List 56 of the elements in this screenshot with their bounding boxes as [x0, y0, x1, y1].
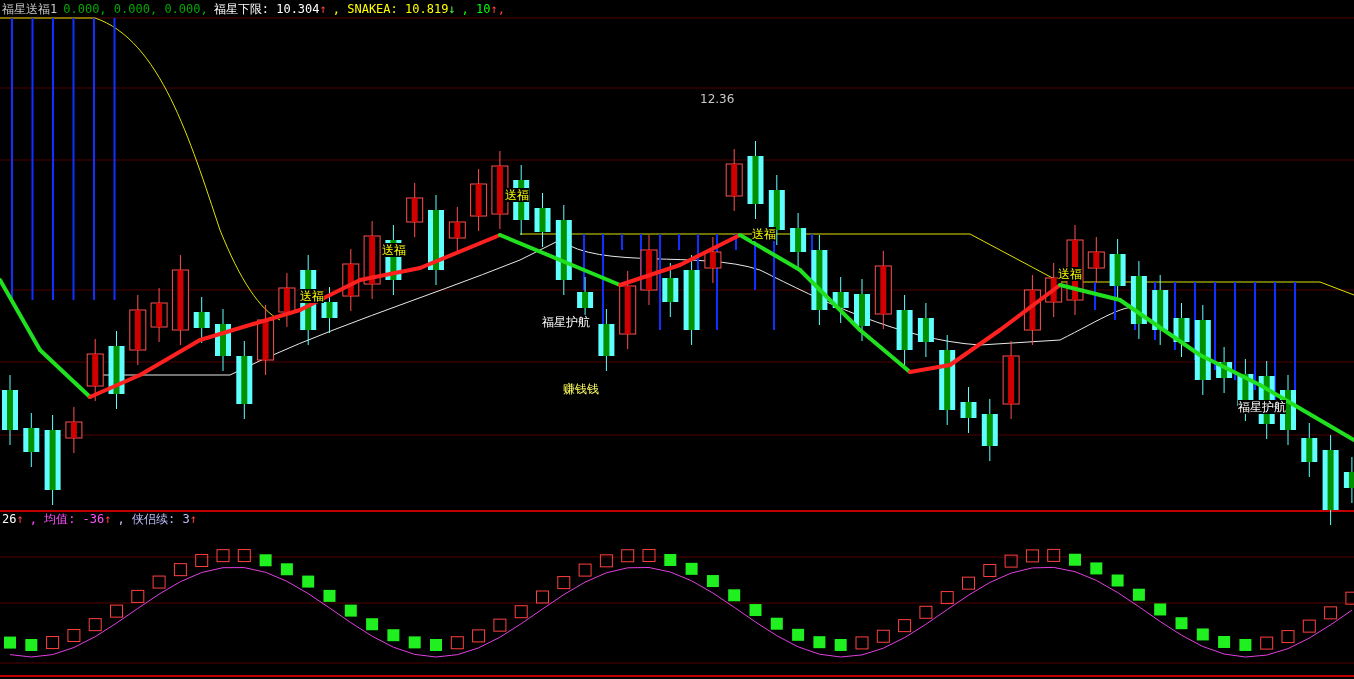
candlestick	[1152, 274, 1169, 346]
candlestick	[342, 248, 360, 312]
signal-label: 赚钱钱	[563, 382, 599, 396]
candlestick	[65, 406, 83, 454]
candlestick	[832, 276, 849, 324]
candlestick	[150, 287, 168, 343]
legend-text: 26	[2, 512, 17, 526]
legend-text: , 10	[461, 2, 491, 16]
candlestick	[1173, 302, 1190, 358]
legend-text: 福星下限: 10.304	[213, 2, 320, 16]
candlestick	[854, 278, 870, 342]
candlestick	[917, 302, 934, 358]
candlestick	[725, 148, 743, 212]
candlestick	[257, 304, 275, 376]
trend-arrow: ↑,	[490, 2, 505, 16]
candlestick	[790, 212, 807, 268]
candlestick	[598, 308, 615, 372]
candlestick	[960, 386, 977, 434]
candlestick	[23, 412, 40, 468]
candlestick	[406, 182, 424, 238]
candlestick	[278, 272, 296, 328]
candlestick	[1343, 456, 1354, 504]
signal-label: 送福	[382, 243, 406, 257]
legend-text: , 侠侣续: 3	[117, 512, 190, 526]
candlestick	[640, 234, 658, 306]
candlestick	[662, 262, 679, 318]
candlestick	[1087, 236, 1105, 284]
candlestick	[215, 308, 231, 372]
trend-arrow: ↑	[319, 2, 327, 16]
legend-text: 福星送福1	[2, 2, 58, 16]
legend-text: , 均值: -36	[29, 512, 105, 526]
candlestick	[896, 294, 913, 366]
candlestick	[534, 192, 551, 248]
candlestick	[193, 296, 210, 344]
candlestick	[129, 294, 147, 366]
price-label: 12.36	[700, 92, 735, 106]
candlestick	[1023, 274, 1041, 346]
signal-label: 送福	[505, 188, 529, 202]
candlestick	[1216, 346, 1233, 394]
trend-arrow: ↑	[104, 512, 112, 526]
candlestick	[704, 236, 722, 284]
signal-label: 送福	[300, 289, 324, 303]
candlestick	[86, 338, 104, 402]
candlestick	[1301, 422, 1318, 478]
trend-arrow: ↑	[189, 512, 197, 526]
candlestick	[2, 374, 18, 446]
signal-label: 福星护航	[542, 315, 590, 329]
candlestick	[470, 168, 488, 232]
legend-text: , SNAKEA: 10.819	[332, 2, 449, 16]
trend-arrow: ↓	[448, 2, 456, 16]
signal-label: 送福	[752, 227, 776, 241]
signal-label: 福星护航	[1238, 400, 1286, 414]
signal-label: 送福	[1058, 267, 1082, 281]
candlestick	[981, 398, 998, 462]
trend-arrow: ↑	[16, 512, 24, 526]
legend-text: 0.000, 0.000, 0.000,	[63, 2, 208, 16]
